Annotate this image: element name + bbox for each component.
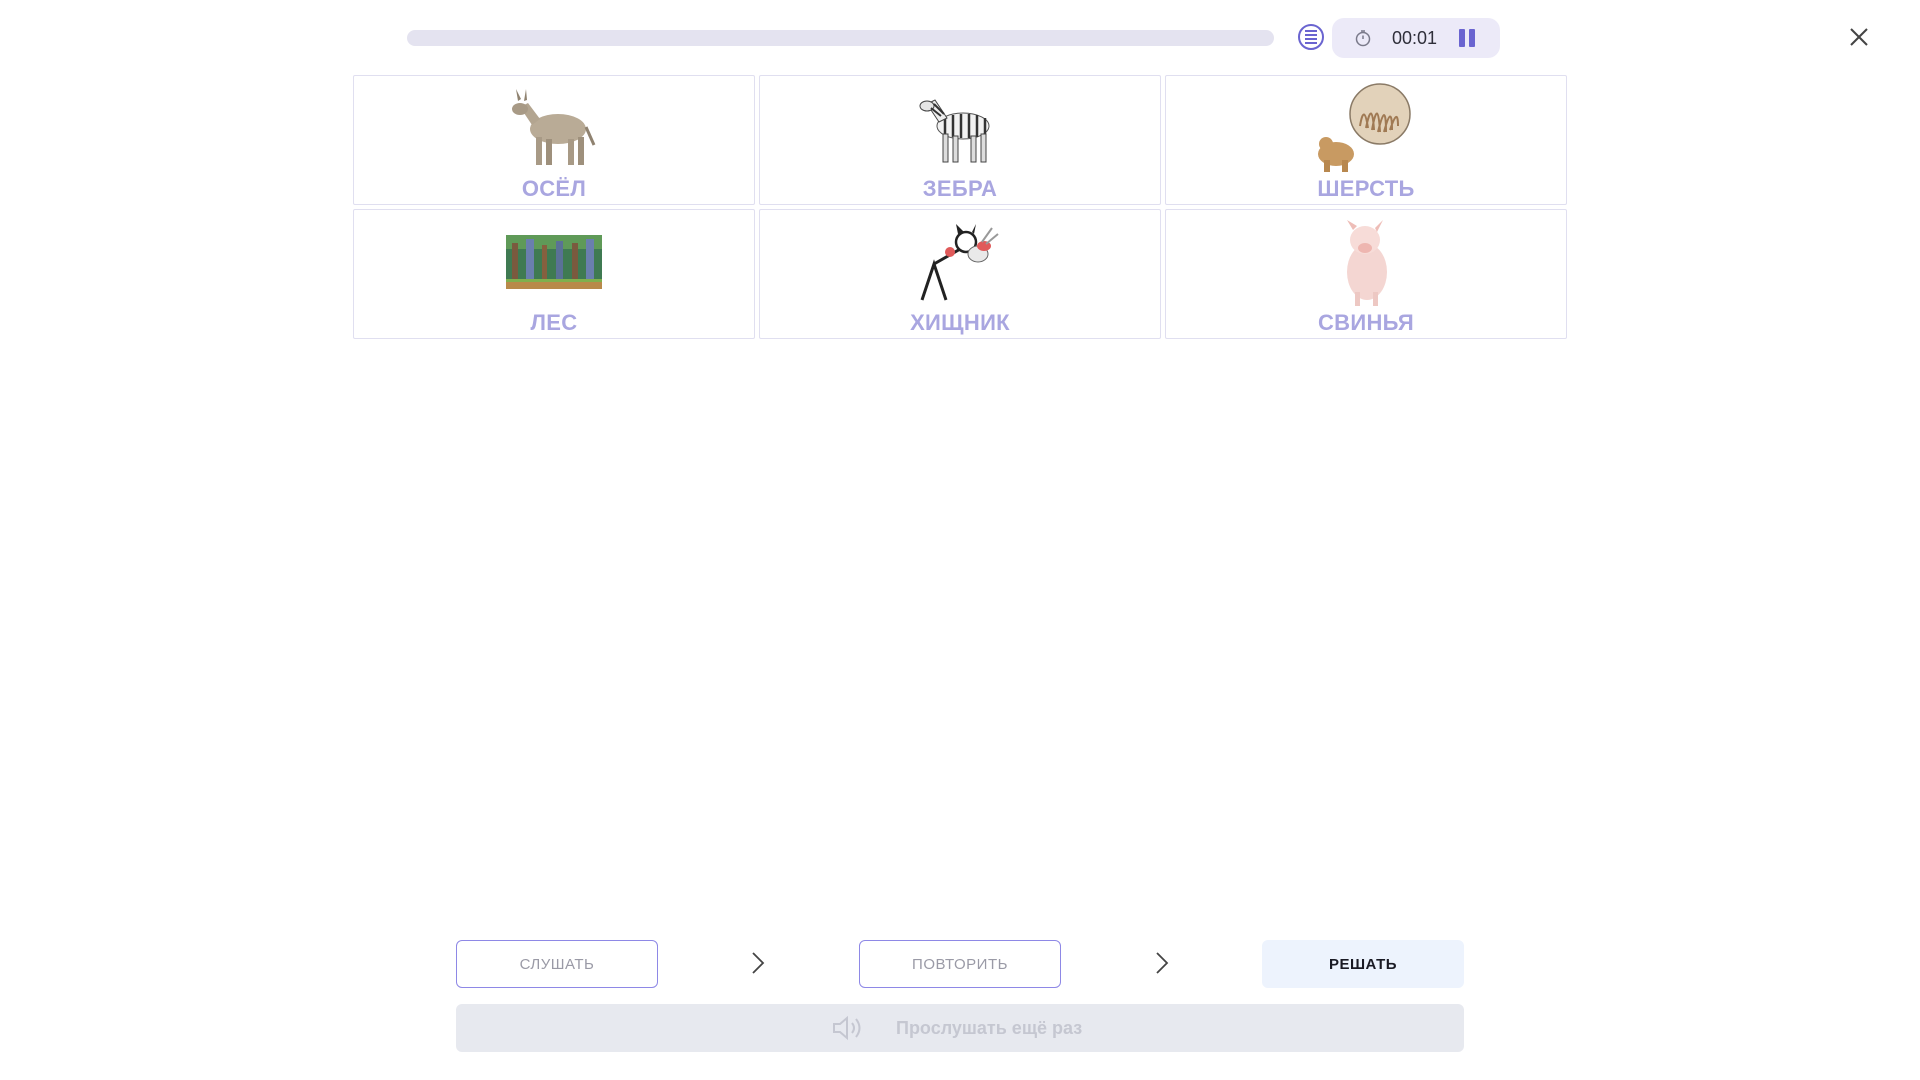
pig-image (1311, 216, 1421, 308)
forest-image (499, 216, 609, 308)
card-word: ХИЩНИК (910, 310, 1010, 335)
zebra-image (905, 82, 1015, 174)
listen-button[interactable]: СЛУШАТЬ (456, 940, 658, 988)
timer-panel: 00:01 (1332, 18, 1500, 58)
stopwatch-icon (1355, 30, 1371, 47)
chevron-right-icon (752, 952, 765, 974)
card-word: СВИНЬЯ (1317, 310, 1415, 335)
word-card[interactable]: ОСЁЛ (353, 75, 755, 205)
listen-again-label: Прослушать ещё раз (896, 1018, 1083, 1038)
word-card[interactable]: ЛЕС (353, 209, 755, 339)
close-icon[interactable] (1846, 24, 1872, 50)
pause-icon[interactable] (1458, 29, 1476, 47)
speaker-icon (833, 1015, 861, 1041)
progress-bar (407, 30, 1274, 46)
word-card-grid: ОСЁЛ ЗЕБРА ШЕРСТЬ ЛЕС ХИЩНИК СВИНЬЯ (353, 75, 1567, 342)
timer-value: 00:01 (1392, 28, 1438, 48)
card-word: ОСЁЛ (521, 176, 587, 201)
exercise-screen: 00:01 ОСЁЛ ЗЕБРА ШЕРСТЬ ЛЕС ХИЩНИК СВИНЬ… (0, 0, 1920, 1080)
list-icon[interactable] (1298, 24, 1324, 50)
predator-image (905, 216, 1015, 308)
listen-again-button[interactable]: Прослушать ещё раз (456, 1004, 1464, 1052)
word-card[interactable]: ЗЕБРА (759, 75, 1161, 205)
card-word: ЗЕБРА (922, 176, 998, 201)
chevron-right-icon (1156, 952, 1169, 974)
card-word: ЛЕС (530, 310, 578, 335)
card-word: ШЕРСТЬ (1317, 176, 1415, 201)
solve-button[interactable]: РЕШАТЬ (1262, 940, 1464, 988)
word-card[interactable]: СВИНЬЯ (1165, 209, 1567, 339)
word-card[interactable]: ШЕРСТЬ (1165, 75, 1567, 205)
donkey-image (499, 82, 609, 174)
repeat-button[interactable]: ПОВТОРИТЬ (859, 940, 1061, 988)
fur-image (1311, 82, 1421, 174)
word-card[interactable]: ХИЩНИК (759, 209, 1161, 339)
